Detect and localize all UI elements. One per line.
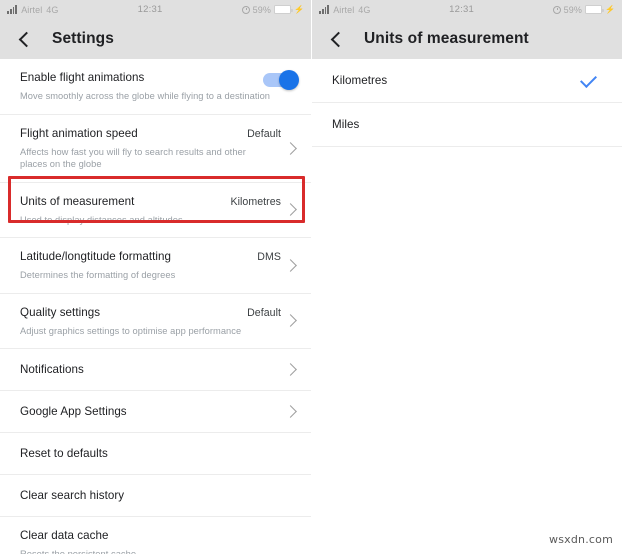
settings-row-latitude-longitude-formatting[interactable]: Latitude/longtitude formatting DMS Deter… [0,237,311,293]
settings-row-google-app-settings[interactable]: Google App Settings [0,390,311,432]
row-title: Quality settings [20,305,101,319]
settings-row-units-of-measurement[interactable]: Units of measurement Kilometres Used to … [0,181,311,237]
row-main: Flight animation speed Default [20,126,281,141]
row-title: Clear search history [20,489,125,502]
chevron-right-icon [284,363,297,376]
settings-row-notifications[interactable]: Notifications [0,348,311,390]
row-subtitle: Determines the formatting of degrees [20,270,176,280]
row-subtitle: Adjust graphics settings to optimise app… [20,325,242,336]
status-bar: Airtel 4G 12:31 59% ⚡ [0,0,311,19]
units-of-measurement-screen-panel: Airtel 4G 12:31 59% ⚡ Units of measureme… [311,0,622,554]
page-title: Units of measurement [364,30,529,47]
row-subtitle: Move smoothly across the globe while fly… [20,91,271,101]
right-app-bar: Units of measurement [312,19,622,59]
option-row-miles[interactable]: Miles [312,102,622,147]
settings-row-flight-animation-speed[interactable]: Flight animation speed Default Affects h… [0,113,311,182]
row-title: Reset to defaults [20,447,108,460]
status-bar: Airtel 4G 12:31 59% ⚡ [312,0,622,19]
row-subtitle: Used to display distances and altitudes [20,214,183,225]
settings-row-enable-flight-animations[interactable]: Enable flight animations Move smoothly a… [0,59,311,114]
network-type-label: 4G [358,4,371,15]
row-main: Clear search history [20,488,281,503]
alarm-clock-icon [241,5,250,14]
row-value: Default [247,127,281,140]
signal-bars-icon [319,5,330,14]
status-bar-left: Airtel 4G [7,5,59,15]
settings-screen-panel: Airtel 4G 12:31 59% ⚡ Settings Enable fl… [0,0,311,554]
status-bar-right: 59% ⚡ [552,4,615,15]
row-title: Latitude/longtitude formatting [20,250,172,263]
battery-percent-label: 59% [252,4,271,15]
left-app-bar: Settings [0,19,311,59]
row-title: Flight animation speed [20,126,138,140]
row-main: Google App Settings [20,404,281,419]
row-main: Reset to defaults [20,446,281,461]
row-main: Enable flight animations [20,70,281,85]
chevron-right-icon [284,141,297,155]
toggle-knob [279,70,299,90]
settings-row-clear-search-history[interactable]: Clear search history [0,474,311,516]
row-value: DMS [257,251,281,263]
charging-bolt-icon: ⚡ [293,4,304,14]
units-options-list: Kilometres Miles [312,59,622,147]
status-bar-right: 59% ⚡ [241,4,304,15]
back-chevron-icon[interactable] [14,28,36,50]
settings-row-clear-data-cache[interactable]: Clear data cache Resets the persistent c… [0,516,311,554]
battery-percent-label: 59% [563,4,582,15]
settings-row-quality-settings[interactable]: Quality settings Default Adjust graphics… [0,292,311,348]
chevron-right-icon [284,203,297,217]
status-bar-clock: 12:31 [137,4,163,15]
flight-animations-toggle[interactable] [263,70,299,90]
chevron-right-icon [284,258,297,272]
signal-bars-icon [7,5,18,14]
carrier-label: Airtel [333,4,355,15]
settings-row-reset-to-defaults[interactable]: Reset to defaults [0,432,311,474]
row-main: Quality settings Default [20,305,281,320]
dual-phone-screenshot: Airtel 4G 12:31 59% ⚡ Settings Enable fl… [0,0,622,554]
row-title: Units of measurement [20,194,135,208]
check-icon [580,70,597,88]
settings-list: Enable flight animations Move smoothly a… [0,59,311,554]
status-bar-clock: 12:31 [449,4,474,15]
row-title: Notifications [20,363,84,376]
status-bar-left: Airtel 4G [319,5,371,15]
charging-bolt-icon: ⚡ [604,4,615,14]
row-subtitle: Affects how fast you will fly to search … [20,146,246,170]
row-value: Kilometres [230,195,281,208]
network-type-label: 4G [46,4,59,15]
row-main: Clear data cache [20,528,281,543]
row-main: Latitude/longtitude formatting DMS [20,249,281,264]
back-chevron-icon[interactable] [326,28,348,50]
row-title: Google App Settings [20,405,127,418]
row-title: Clear data cache [20,529,109,542]
page-title: Settings [52,30,114,47]
chevron-right-icon [284,405,297,418]
row-subtitle: Resets the persistent cache [20,549,137,554]
row-title: Enable flight animations [20,71,145,84]
option-label: Kilometres [332,74,388,87]
option-row-kilometres[interactable]: Kilometres [312,59,622,102]
watermark: wsxdn.com [549,533,613,546]
option-label: Miles [332,118,360,131]
row-main: Units of measurement Kilometres [20,194,281,209]
row-value: Default [247,306,281,319]
chevron-right-icon [284,314,297,328]
alarm-clock-icon [552,5,561,14]
battery-icon [273,5,293,14]
battery-icon [584,5,604,14]
row-main: Notifications [20,362,281,377]
carrier-label: Airtel [21,4,43,15]
